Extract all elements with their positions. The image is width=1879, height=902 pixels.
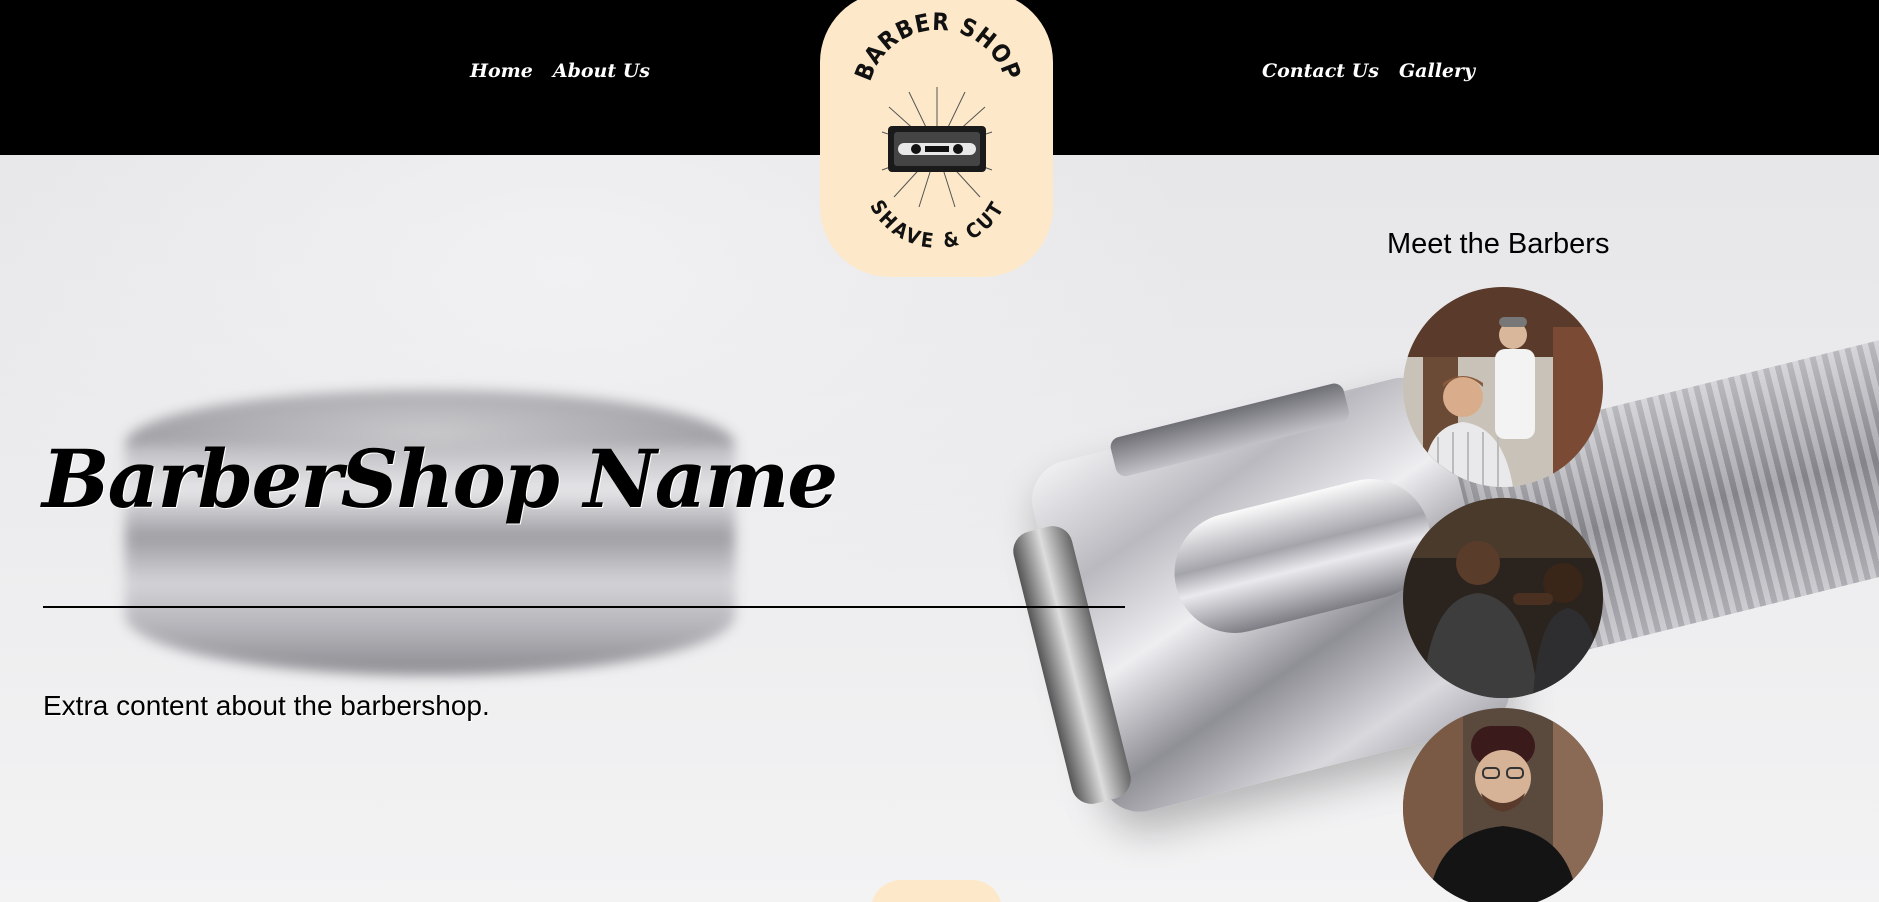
- extra-content-text: Extra content about the barbershop.: [43, 690, 490, 721]
- barber-avatar-1[interactable]: [1403, 287, 1603, 487]
- scroll-badge[interactable]: [871, 880, 1002, 902]
- logo-bottom-text: SHAVE & CUT: [865, 196, 1006, 254]
- nav-home-link[interactable]: Home: [470, 60, 533, 82]
- barber-photo-2-icon: [1403, 498, 1603, 698]
- nav-left: Home About Us: [470, 60, 650, 82]
- razor-blade-icon: [888, 126, 986, 172]
- svg-text:SHAVE & CUT: SHAVE & CUT: [865, 196, 1009, 254]
- logo-top-text: BARBER SHOP: [849, 8, 1025, 85]
- barbershop-logo[interactable]: BARBER SHOP SHAVE & CUT: [820, 0, 1053, 277]
- nav-gallery-link[interactable]: Gallery: [1399, 60, 1475, 82]
- page: Home About Us Contact Us Gallery BARBER …: [0, 0, 1879, 902]
- barber-avatar-3[interactable]: [1403, 708, 1603, 902]
- divider: [43, 606, 1125, 608]
- barber-photo-1-icon: [1403, 287, 1603, 487]
- barber-avatar-2[interactable]: [1403, 498, 1603, 698]
- svg-text:BARBER SHOP: BARBER SHOP: [849, 8, 1026, 85]
- barber-photo-3-icon: [1403, 708, 1603, 902]
- barbers-heading: Meet the Barbers: [1387, 228, 1610, 260]
- page-title: BarberShop Name: [42, 432, 838, 526]
- nav-about-link[interactable]: About Us: [553, 60, 650, 82]
- nav-right: Contact Us Gallery: [1262, 60, 1475, 82]
- nav-contact-link[interactable]: Contact Us: [1262, 60, 1379, 82]
